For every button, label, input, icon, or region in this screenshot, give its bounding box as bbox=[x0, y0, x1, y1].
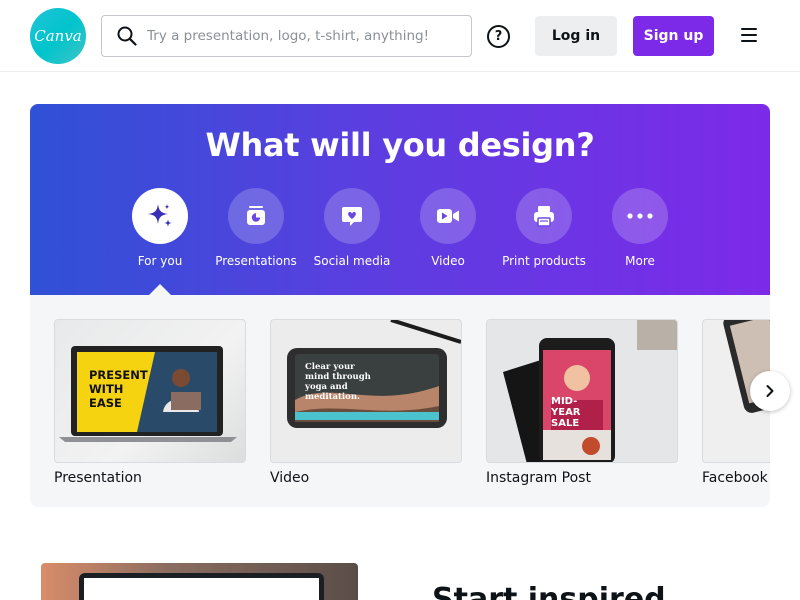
category-label: More bbox=[625, 254, 655, 268]
thumbnail-text: MID-YEAR SALE bbox=[551, 396, 581, 429]
start-inspired-image bbox=[41, 563, 358, 600]
category-video[interactable]: Video bbox=[393, 188, 503, 268]
login-button[interactable]: Log in bbox=[535, 16, 617, 56]
search-icon bbox=[117, 26, 137, 46]
hero-title: What will you design? bbox=[205, 126, 595, 164]
carousel-next-button[interactable] bbox=[750, 371, 790, 411]
category-label: Video bbox=[431, 254, 465, 268]
section-heading: Start inspired bbox=[432, 582, 666, 600]
signup-button[interactable]: Sign up bbox=[633, 16, 714, 56]
logo-text: Canva bbox=[34, 27, 82, 45]
more-dots-icon bbox=[627, 213, 653, 219]
category-label: Print products bbox=[502, 254, 586, 268]
canva-logo[interactable]: Canva bbox=[30, 8, 86, 64]
category-for-you[interactable]: For you bbox=[105, 188, 215, 268]
category-more[interactable]: More bbox=[585, 188, 695, 268]
card-thumbnail: Clear your mind through yoga and meditat… bbox=[270, 319, 462, 463]
card-label: Facebook bbox=[702, 470, 768, 486]
printer-icon bbox=[534, 206, 554, 227]
help-icon[interactable]: ? bbox=[487, 25, 510, 48]
thumbnail-text: Clear your mind through yoga and meditat… bbox=[305, 362, 371, 402]
search-bar[interactable] bbox=[101, 15, 472, 57]
category-presentations[interactable]: Presentations bbox=[201, 188, 311, 268]
presentation-icon bbox=[247, 206, 265, 225]
card-label: Video bbox=[270, 470, 310, 486]
hamburger-menu-icon[interactable] bbox=[741, 28, 757, 42]
category-label: Presentations bbox=[215, 254, 297, 268]
chevron-right-icon bbox=[766, 385, 774, 397]
hero-banner: What will you design? For you Presentati… bbox=[30, 104, 770, 295]
design-type-carousel: PRESENT WITH EASE Presentation Clear you… bbox=[30, 295, 770, 507]
top-header: Canva ? Log in Sign up bbox=[0, 0, 800, 72]
card-label: Presentation bbox=[54, 470, 142, 486]
card-thumbnail: MID-YEAR SALE bbox=[486, 319, 678, 463]
heart-chat-icon bbox=[342, 207, 362, 226]
design-card-presentation[interactable]: PRESENT WITH EASE Presentation bbox=[54, 319, 246, 486]
search-input[interactable] bbox=[147, 28, 447, 44]
thumbnail-text: PRESENT WITH EASE bbox=[89, 368, 148, 410]
active-category-indicator bbox=[149, 284, 171, 295]
phone-thumbnail-image bbox=[503, 320, 677, 462]
card-thumbnail: PRESENT WITH EASE bbox=[54, 319, 246, 463]
sparkles-icon bbox=[148, 204, 172, 227]
category-social-media[interactable]: Social media bbox=[297, 188, 407, 268]
design-card-video[interactable]: Clear your mind through yoga and meditat… bbox=[270, 319, 462, 486]
video-camera-icon bbox=[437, 209, 459, 223]
category-label: Social media bbox=[313, 254, 391, 268]
category-label: For you bbox=[137, 254, 183, 268]
card-label: Instagram Post bbox=[486, 470, 591, 486]
category-print-products[interactable]: Print products bbox=[489, 188, 599, 268]
design-card-instagram-post[interactable]: MID-YEAR SALE Instagram Post bbox=[486, 319, 678, 486]
